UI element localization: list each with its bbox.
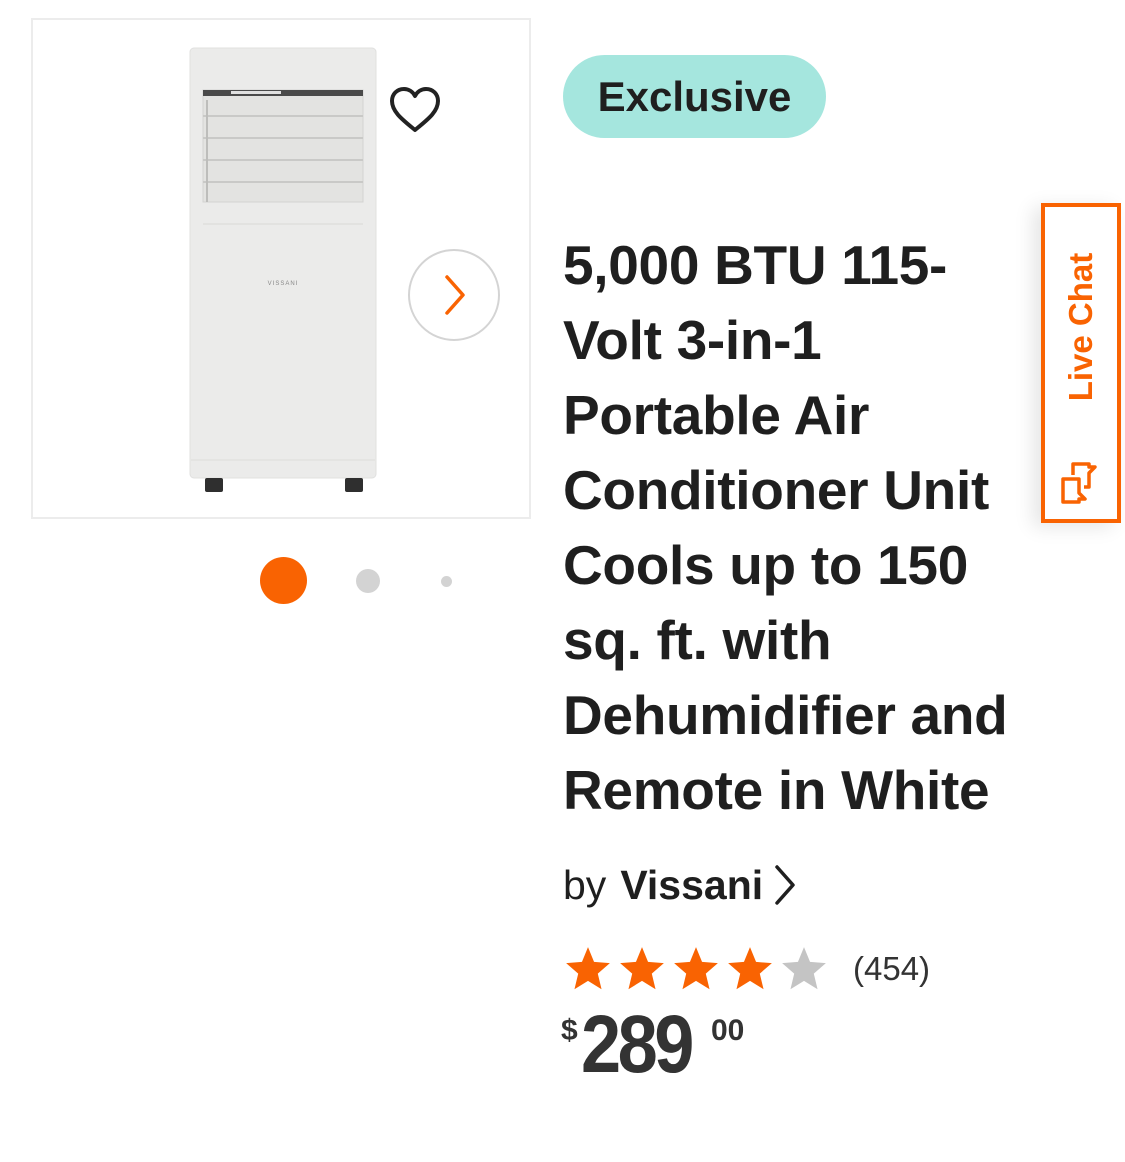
star-filled-icon (620, 947, 664, 990)
product-title: 5,000 BTU 115-Volt 3-in-1 Portable Air C… (563, 234, 1008, 821)
chevron-right-icon (775, 865, 795, 905)
carousel-dots (260, 557, 460, 605)
product-image-card: VISSANI (31, 18, 531, 519)
brand-name: Vissani (620, 861, 764, 908)
live-chat-button[interactable]: Live Chat (1041, 203, 1121, 523)
star-empty-icon (782, 947, 826, 990)
brand-link[interactable]: Vissani (620, 862, 799, 909)
product-image[interactable]: VISSANI (183, 42, 383, 502)
brand-prefix: by (563, 861, 607, 908)
price-dollars: 289 (581, 999, 694, 1090)
carousel-dot[interactable] (356, 569, 380, 593)
review-count: (454) (853, 950, 931, 987)
star-filled-icon (728, 947, 772, 990)
brand-row: by Vissani (563, 858, 799, 912)
exclusive-badge: Exclusive (563, 55, 826, 138)
next-image-button[interactable] (408, 249, 500, 341)
image-brand-text: VISSANI (268, 281, 299, 287)
chat-bubbles-icon (1061, 462, 1097, 504)
star-filled-icon (566, 947, 610, 990)
live-chat-label: Live Chat (1062, 252, 1099, 402)
price-cents: 00 (711, 1014, 745, 1047)
star-rating (563, 944, 829, 994)
star-filled-icon (674, 947, 718, 990)
price-currency: $ (561, 1014, 578, 1047)
chevron-right-icon (445, 275, 465, 315)
carousel-dot[interactable] (441, 576, 452, 587)
rating-row[interactable]: (454) (563, 942, 930, 996)
favorite-button[interactable] (385, 80, 445, 140)
carousel-dot-active[interactable] (260, 557, 307, 604)
heart-outline-icon (390, 87, 440, 132)
